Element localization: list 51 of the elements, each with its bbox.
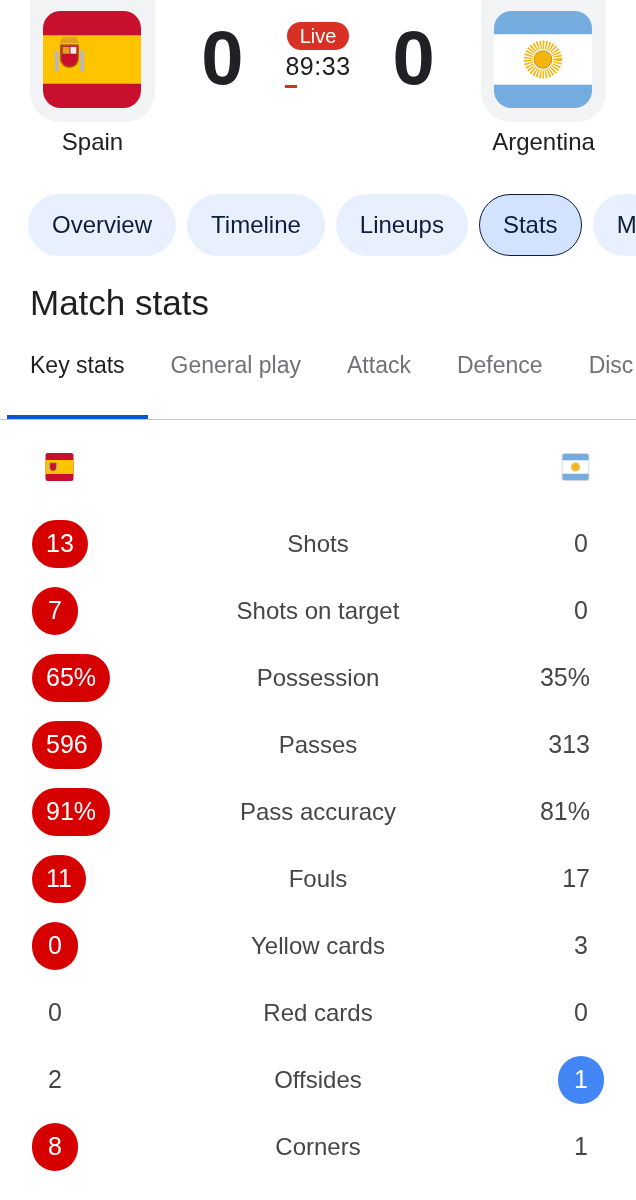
live-marker-icon <box>285 85 298 88</box>
stat-value: 17 <box>561 863 591 894</box>
match-tab-chip[interactable]: Lineups <box>335 194 468 256</box>
stat-label: Fouls <box>288 864 348 893</box>
score: 0 <box>201 20 244 96</box>
live-badge: Live <box>286 22 350 50</box>
spain-flag-icon <box>45 453 74 481</box>
stat-label: Corners <box>275 1132 361 1161</box>
stat-value: 0 <box>32 921 78 970</box>
stat-value: 11 <box>32 854 86 903</box>
team-name: Argentina <box>492 128 595 156</box>
stat-value: 596 <box>32 720 102 769</box>
stat-value: 3 <box>573 930 589 961</box>
stat-value: 13 <box>32 519 88 568</box>
stat-value: 35% <box>538 662 591 693</box>
stat-value: 0 <box>47 997 63 1028</box>
stat-value: 8 <box>32 1122 78 1171</box>
stat-value: 313 <box>547 729 591 760</box>
stat-label: Passes <box>278 730 358 759</box>
stat-value: 81% <box>538 796 591 827</box>
stats-tab[interactable]: Key stats <box>7 331 148 419</box>
stat-label: Pass accuracy <box>239 797 397 826</box>
stat-value: 91% <box>32 787 111 836</box>
stats-tab[interactable]: Attack <box>324 331 434 419</box>
stats-tab[interactable]: Defence <box>433 331 566 419</box>
stat-label: Offsides <box>274 1065 362 1094</box>
stat-label: Shots on target <box>236 596 400 625</box>
stat-value: 7 <box>32 586 78 635</box>
stat-value: 1 <box>558 1055 604 1104</box>
stat-label: Red cards <box>263 998 373 1027</box>
stat-value: 0 <box>573 997 589 1028</box>
stat-label: Possession <box>256 663 380 692</box>
team-name: Spain <box>61 128 124 156</box>
match-tab-chip[interactable]: Stats <box>478 194 582 256</box>
stat-label: Yellow cards <box>251 931 385 960</box>
stat-value: 1 <box>573 1131 589 1162</box>
match-tab-chip[interactable]: Timeline <box>187 194 325 256</box>
match-tab-chip[interactable]: Overview <box>28 194 177 256</box>
match-tab-chip[interactable]: M <box>592 194 636 256</box>
section-title: Match stats <box>30 282 210 324</box>
stat-value: 0 <box>573 595 589 626</box>
argentina-flag-icon <box>561 453 590 481</box>
stat-label: Shots <box>287 529 349 558</box>
stats-tab[interactable]: Disc <box>565 331 636 419</box>
spain-flag-icon <box>30 0 155 122</box>
match-clock: 89:33 <box>285 51 351 81</box>
stat-value: 65% <box>32 653 111 702</box>
stats-tab[interactable]: General play <box>147 331 325 419</box>
score: 0 <box>392 20 435 96</box>
stat-value: 2 <box>47 1064 63 1095</box>
stat-value: 0 <box>573 528 589 559</box>
